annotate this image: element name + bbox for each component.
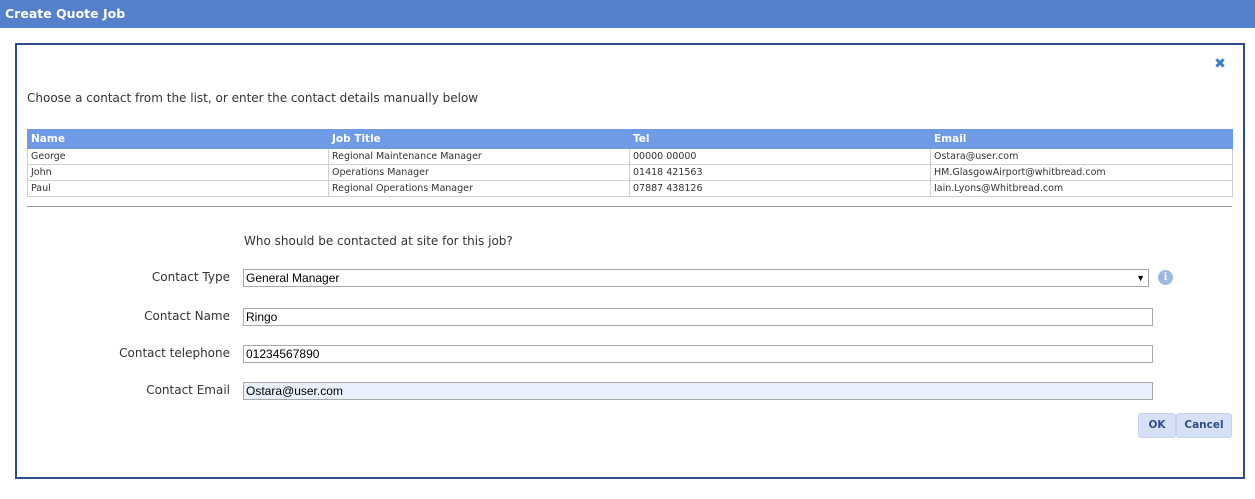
cancel-button[interactable]: Cancel: [1176, 413, 1232, 438]
column-header-job-title[interactable]: Job Title: [328, 129, 630, 149]
cell-email: Ostara@user.com: [930, 148, 1233, 165]
ok-button[interactable]: OK: [1138, 413, 1176, 438]
table-row[interactable]: Paul Regional Operations Manager 07887 4…: [27, 180, 1233, 197]
contact-type-select[interactable]: General Manager ▼: [243, 269, 1149, 287]
column-header-name[interactable]: Name: [27, 129, 329, 149]
contact-dialog: [15, 43, 1245, 479]
cell-name: George: [27, 148, 329, 165]
cell-tel: 07887 438126: [629, 180, 931, 197]
contact-name-label: Contact Name: [144, 309, 230, 323]
contact-telephone-input[interactable]: 01234567890: [243, 345, 1153, 363]
window-title: Create Quote Job: [5, 6, 126, 21]
info-icon[interactable]: i: [1158, 270, 1173, 285]
dropdown-arrow-icon: ▼: [1136, 273, 1145, 283]
cell-job-title: Regional Operations Manager: [328, 180, 630, 197]
cell-tel: 00000 00000: [629, 148, 931, 165]
table-row[interactable]: John Operations Manager 01418 421563 HM.…: [27, 164, 1233, 181]
column-header-email[interactable]: Email: [930, 129, 1233, 149]
contacts-table: Name Job Title Tel Email George Regional…: [27, 129, 1233, 197]
cell-tel: 01418 421563: [629, 164, 931, 181]
table-header-row: Name Job Title Tel Email: [27, 129, 1233, 149]
cell-name: Paul: [27, 180, 329, 197]
contact-email-input[interactable]: Ostara@user.com: [243, 382, 1153, 400]
contact-name-input[interactable]: Ringo: [243, 308, 1153, 326]
table-row[interactable]: George Regional Maintenance Manager 0000…: [27, 148, 1233, 165]
section-divider: [27, 206, 1232, 207]
contact-type-value: General Manager: [246, 271, 340, 285]
contact-type-label: Contact Type: [151, 270, 230, 284]
window-titlebar: Create Quote Job: [0, 0, 1255, 28]
column-header-tel[interactable]: Tel: [629, 129, 931, 149]
cell-email: Iain.Lyons@Whitbread.com: [930, 180, 1233, 197]
close-icon[interactable]: ✖: [1212, 56, 1228, 72]
cell-job-title: Operations Manager: [328, 164, 630, 181]
cell-job-title: Regional Maintenance Manager: [328, 148, 630, 165]
instructions-text: Choose a contact from the list, or enter…: [27, 91, 479, 105]
contact-email-label: Contact Email: [146, 383, 230, 397]
cell-email: HM.GlasgowAirport@whitbread.com: [930, 164, 1233, 181]
cell-name: John: [27, 164, 329, 181]
contact-question: Who should be contacted at site for this…: [244, 234, 513, 248]
contact-telephone-label: Contact telephone: [119, 346, 230, 360]
